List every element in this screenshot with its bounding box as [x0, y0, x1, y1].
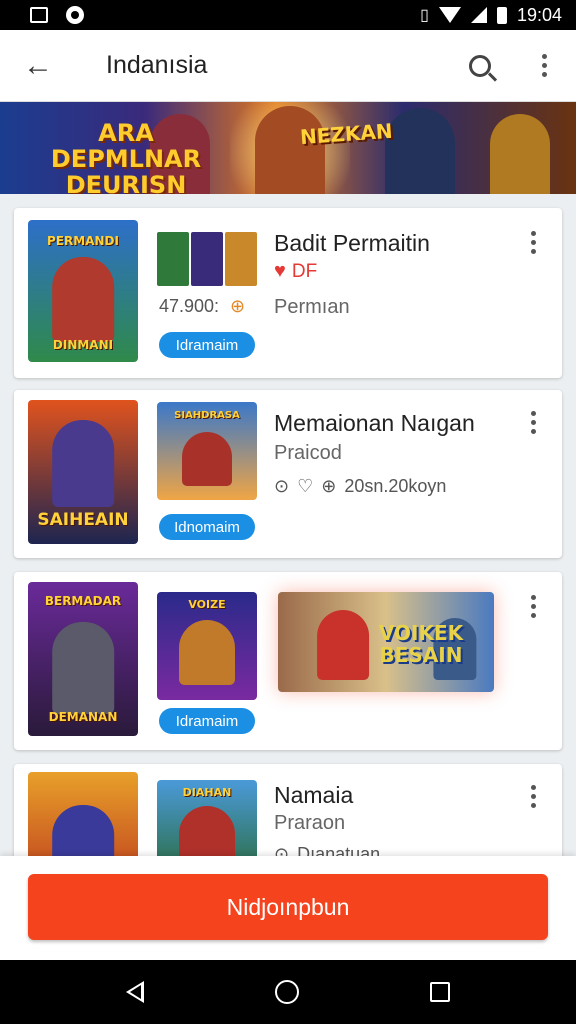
status-time: 19:04 — [516, 4, 562, 25]
search-button[interactable] — [448, 30, 512, 102]
card-more-button[interactable] — [518, 402, 548, 442]
battery-icon — [496, 6, 507, 24]
heart-outline-icon: ♡ — [297, 476, 314, 496]
status-bar: ▯ 19:04 — [0, 0, 576, 30]
category-pill[interactable]: Idramaim — [159, 332, 255, 358]
promo-image[interactable]: VOIKEK BESAIN — [278, 592, 494, 692]
more-vertical-icon — [530, 410, 536, 434]
game-card[interactable]: BERMADAR DEMANAN VOIZE Idramaim VOIKEK B… — [14, 572, 562, 750]
search-icon — [469, 54, 491, 77]
category-pill[interactable]: Idnomaim — [159, 514, 255, 540]
badge-text: DF — [291, 260, 318, 282]
card-more-button[interactable] — [518, 222, 548, 262]
app-actions — [448, 30, 576, 102]
vibrate-icon: ▯ — [420, 7, 429, 24]
heart-icon[interactable]: ♥ — [274, 260, 286, 283]
card-subtitle: Permıan — [274, 296, 350, 318]
primary-action-button[interactable]: Nidjoınpbun — [28, 874, 548, 940]
card-more-button[interactable] — [518, 586, 548, 626]
price-text: 47.900: — [159, 296, 220, 316]
promo-banner[interactable]: ARA DEPMLNAR DEURISN NEZKAN — [0, 102, 576, 194]
bottom-action-area: Nidjoınpbun — [0, 856, 576, 960]
app-notification-icon — [66, 6, 84, 24]
coin-icon: ⊕ — [321, 476, 337, 496]
app-bar: ← Indanısia — [0, 30, 576, 102]
nav-back-icon[interactable] — [125, 981, 144, 1003]
card-title: Badit Permaitin — [274, 230, 430, 256]
card-title: Namaia — [274, 782, 354, 808]
signal-icon — [470, 7, 487, 23]
more-vertical-icon — [530, 784, 536, 808]
overflow-menu-button[interactable] — [512, 30, 576, 102]
game-card[interactable]: SAIHEAIN SIAHDRASA Idnomaim Memaionan Na… — [14, 390, 562, 558]
game-screenshot[interactable]: VOIZE — [157, 592, 257, 700]
card-subtitle: Praicod — [274, 442, 342, 464]
wifi-icon — [438, 7, 461, 23]
game-thumbnail[interactable]: SAIHEAIN — [28, 400, 138, 544]
arrow-left-icon: ← — [23, 48, 53, 82]
back-button[interactable]: ← — [0, 30, 76, 102]
page-title: Indanısia — [106, 51, 208, 79]
clock-icon: ⊙ — [274, 476, 290, 496]
card-subtitle: Praraon — [274, 812, 346, 834]
more-vertical-icon — [541, 54, 547, 77]
card-title: Memaionan Naıgan — [274, 410, 475, 436]
game-thumbnail[interactable]: PERMANDI DINMANI — [28, 220, 138, 362]
game-screenshot[interactable]: SIAHDRASA — [157, 402, 257, 500]
favorite-row: ♥ DF — [274, 260, 317, 283]
banner-left-text: ARA DEPMLNAR DEURISN — [50, 119, 202, 194]
game-card[interactable]: PERMANDI DINMANI 47.900: ⊕ Idramaim Badi… — [14, 208, 562, 378]
system-nav-bar — [0, 960, 576, 1024]
gallery-icon — [30, 7, 48, 23]
meta-text: 20sn.20koyn — [344, 476, 447, 496]
coin-icon: ⊕ — [230, 296, 246, 316]
category-pill[interactable]: Idramaim — [159, 708, 255, 734]
game-thumbnail[interactable]: BERMADAR DEMANAN — [28, 582, 138, 736]
more-vertical-icon — [530, 594, 536, 618]
meta-row: ⊙ ♡ ⊕ 20sn.20koyn — [274, 476, 446, 497]
card-more-button[interactable] — [518, 776, 548, 816]
more-vertical-icon — [530, 230, 536, 254]
nav-home-icon[interactable] — [274, 980, 299, 1004]
nav-recents-icon[interactable] — [430, 982, 451, 1002]
screenshot-strip[interactable] — [157, 232, 257, 286]
banner-right-text: NEZKAN — [299, 118, 394, 150]
